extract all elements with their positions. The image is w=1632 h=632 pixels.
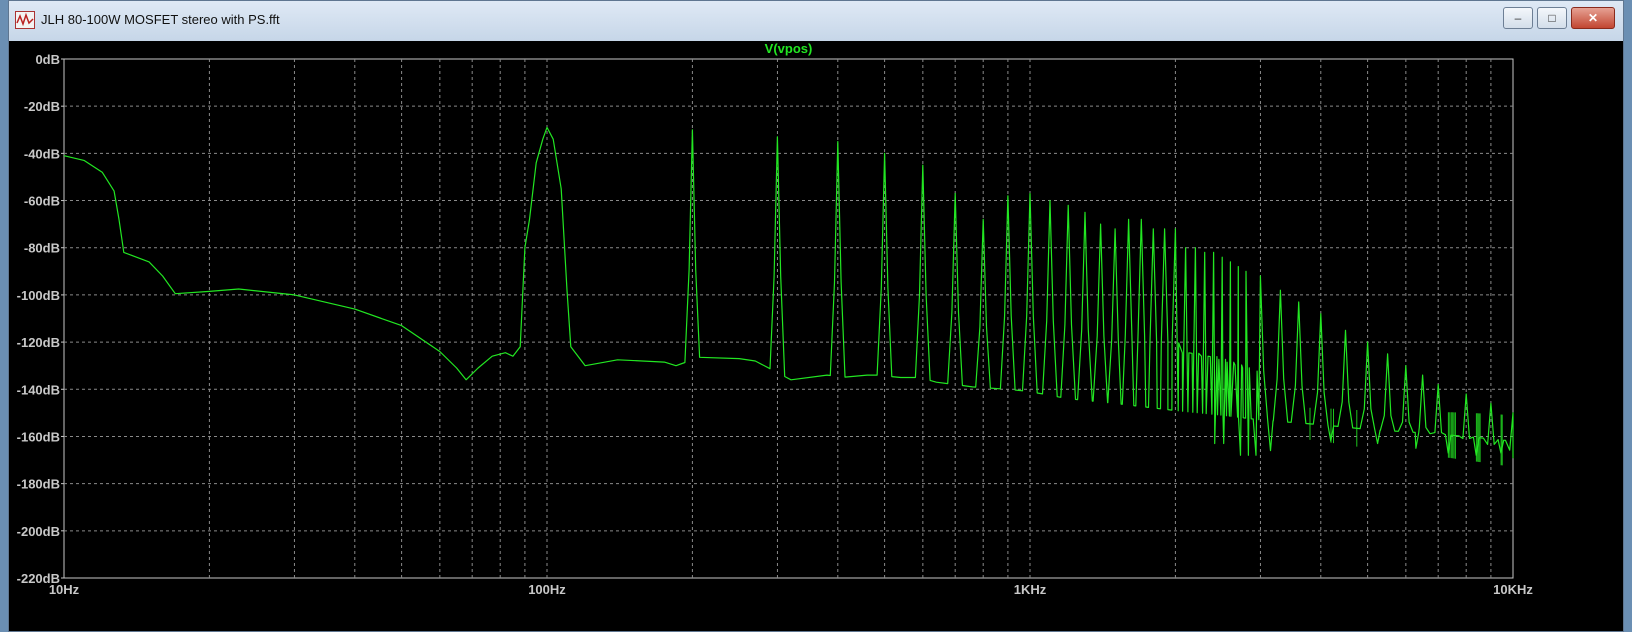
x-tick-label: 1KHz	[1014, 582, 1047, 597]
fft-plot-pane[interactable]: 0dB -20dB -40dB -60dB -80dB -100dB -120dB -140d…	[9, 41, 1623, 631]
close-button[interactable]: ✕	[1571, 7, 1615, 29]
y-tick-label: -80dB	[24, 241, 60, 256]
minimize-button[interactable]: –	[1503, 7, 1533, 29]
minimize-icon: –	[1514, 11, 1522, 25]
window-controls: – □ ✕	[1499, 7, 1615, 29]
window-title: JLH 80-100W MOSFET stereo with PS.fft	[41, 12, 280, 27]
y-tick-label: -200dB	[17, 524, 60, 539]
y-tick-label: -100dB	[17, 288, 60, 303]
fft-chart[interactable]: 0dB -20dB -40dB -60dB -80dB -100dB -120dB -140d…	[9, 41, 1623, 631]
restore-button[interactable]: □	[1537, 7, 1567, 29]
y-tick-label: -160dB	[17, 429, 60, 444]
x-tick-label: 10Hz	[49, 582, 80, 597]
plot-frame	[63, 58, 1514, 579]
y-tick-label: -20dB	[24, 99, 60, 114]
close-icon: ✕	[1587, 11, 1599, 25]
title-bar[interactable]: JLH 80-100W MOSFET stereo with PS.fft – …	[9, 1, 1623, 42]
trace-title: V(vpos)	[765, 41, 813, 56]
y-tick-label: -40dB	[24, 146, 60, 161]
y-tick-label: -180dB	[17, 477, 60, 492]
y-tick-label: -120dB	[17, 335, 60, 350]
x-tick-label: 10KHz	[1493, 582, 1533, 597]
y-tick-label: -60dB	[24, 194, 60, 209]
waveform-app-icon	[15, 11, 35, 29]
restore-icon: □	[1548, 11, 1556, 25]
app-window: JLH 80-100W MOSFET stereo with PS.fft – …	[8, 0, 1624, 632]
y-tick-label: 0dB	[35, 52, 60, 67]
fft-trace-line	[63, 126, 1514, 459]
y-tick-label: -140dB	[17, 382, 60, 397]
x-tick-label: 100Hz	[528, 582, 566, 597]
